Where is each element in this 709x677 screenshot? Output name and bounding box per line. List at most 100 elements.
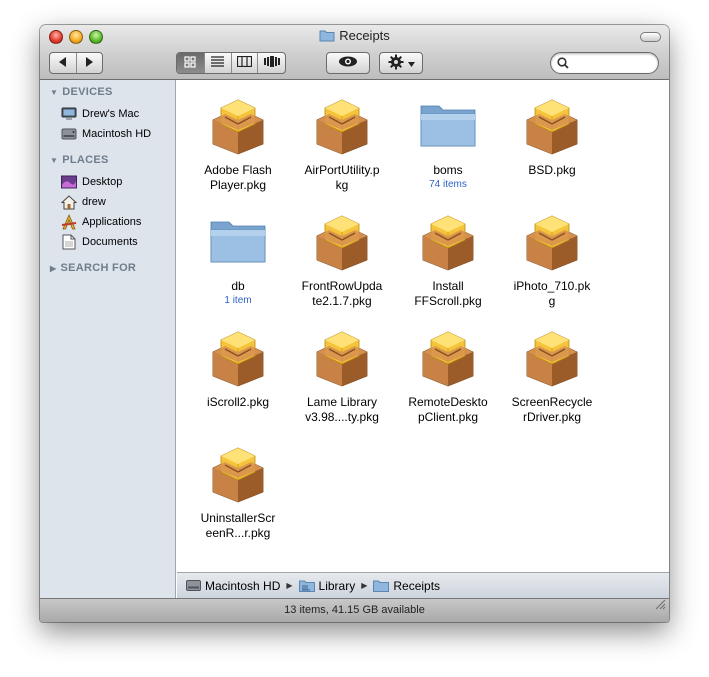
list-view-button[interactable] bbox=[205, 53, 232, 73]
package-item[interactable]: UninstallerScr eenR...r.pkg bbox=[185, 442, 291, 541]
item-count: 74 items bbox=[429, 179, 467, 190]
forward-arrow-icon bbox=[85, 56, 94, 70]
folder-item[interactable]: boms 74 items bbox=[395, 94, 501, 191]
eye-icon bbox=[338, 56, 358, 70]
path-separator-icon: ▶ bbox=[361, 581, 368, 590]
coverflow-view-button[interactable] bbox=[258, 53, 285, 73]
path-separator-icon: ▶ bbox=[286, 581, 293, 590]
applications-icon bbox=[61, 214, 77, 230]
item-count: 1 item bbox=[224, 295, 252, 306]
sidebar-item-drews-mac[interactable]: Drew's Mac bbox=[40, 104, 175, 124]
folder-icon bbox=[417, 94, 479, 156]
gear-icon bbox=[388, 54, 404, 73]
action-menu-button[interactable] bbox=[379, 52, 423, 74]
sidebar-item-macintosh-hd[interactable]: Macintosh HD bbox=[40, 124, 175, 144]
chevron-down-icon bbox=[407, 56, 415, 70]
package-icon bbox=[207, 442, 269, 504]
package-item[interactable]: ScreenRecycle rDriver.pkg bbox=[499, 326, 605, 425]
item-name: AirPortUtility.p kg bbox=[304, 163, 380, 192]
column-view-button[interactable] bbox=[232, 53, 259, 73]
package-item[interactable]: Adobe Flash Player.pkg bbox=[185, 94, 291, 193]
path-item-receipts[interactable]: Receipts bbox=[373, 579, 440, 593]
package-icon bbox=[521, 210, 583, 272]
package-item[interactable]: Install FFScroll.pkg bbox=[395, 210, 501, 309]
icon-view-icon bbox=[184, 55, 196, 71]
item-name: Install FFScroll.pkg bbox=[414, 279, 482, 308]
forward-button[interactable] bbox=[77, 53, 103, 73]
package-icon bbox=[521, 94, 583, 156]
documents-icon bbox=[61, 234, 77, 250]
sidebar-item-label: Desktop bbox=[82, 176, 123, 188]
file-icon-grid[interactable]: Adobe Flash Player.pkg AirPortUtility.p k… bbox=[177, 80, 669, 572]
sidebar-item-documents[interactable]: Documents bbox=[40, 232, 175, 252]
window-title-wrap: Receipts bbox=[40, 28, 669, 45]
search-field[interactable] bbox=[550, 52, 659, 74]
desktop-icon bbox=[61, 174, 77, 190]
search-input[interactable] bbox=[573, 55, 653, 71]
package-icon bbox=[311, 210, 373, 272]
path-item-macintosh-hd[interactable]: Macintosh HD bbox=[186, 579, 280, 593]
library-folder-icon bbox=[298, 579, 315, 592]
package-icon bbox=[521, 326, 583, 388]
package-item[interactable]: BSD.pkg bbox=[499, 94, 605, 178]
sidebar-section-devices[interactable]: ▼ DEVICES bbox=[40, 84, 175, 104]
path-item-label: Receipts bbox=[393, 578, 441, 593]
package-icon bbox=[207, 94, 269, 156]
package-icon bbox=[311, 94, 373, 156]
home-icon bbox=[61, 194, 77, 210]
package-item[interactable]: iScroll2.pkg bbox=[185, 326, 291, 410]
sidebar-item-label: drew bbox=[82, 196, 106, 208]
folder-item[interactable]: db 1 item bbox=[185, 210, 291, 307]
status-text: 13 items, 41.15 GB available bbox=[284, 604, 425, 616]
resize-grip-icon[interactable] bbox=[655, 596, 666, 619]
item-name: iScroll2.pkg bbox=[206, 395, 270, 409]
package-item[interactable]: AirPortUtility.p kg bbox=[289, 94, 395, 193]
hard-drive-icon bbox=[61, 126, 77, 142]
package-item[interactable]: Lame Library v3.98....ty.pkg bbox=[289, 326, 395, 425]
computer-icon bbox=[61, 106, 77, 122]
coverflow-view-icon bbox=[263, 56, 280, 70]
package-item[interactable]: iPhoto_710.pk g bbox=[499, 210, 605, 309]
item-name: Adobe Flash Player.pkg bbox=[204, 163, 272, 192]
status-bar: 13 items, 41.15 GB available bbox=[40, 598, 669, 622]
sidebar-section-places[interactable]: ▼ PLACES bbox=[40, 152, 175, 172]
sidebar-item-label: Documents bbox=[82, 236, 138, 248]
section-label: DEVICES bbox=[62, 86, 113, 98]
item-name: ScreenRecycle rDriver.pkg bbox=[511, 395, 593, 424]
window-title: Receipts bbox=[339, 28, 390, 43]
package-icon bbox=[311, 326, 373, 388]
package-item[interactable]: FrontRowUpda te2.1.7.pkg bbox=[289, 210, 395, 309]
item-name: RemoteDeskto pClient.pkg bbox=[408, 395, 488, 424]
quick-look-button[interactable] bbox=[326, 52, 370, 74]
sidebar-section-search-for[interactable]: ▶ SEARCH FOR bbox=[40, 260, 175, 280]
sidebar-item-applications[interactable]: Applications bbox=[40, 212, 175, 232]
package-item[interactable]: RemoteDeskto pClient.pkg bbox=[395, 326, 501, 425]
search-icon bbox=[557, 57, 569, 72]
section-label: PLACES bbox=[62, 154, 109, 166]
column-view-icon bbox=[236, 55, 252, 70]
hard-drive-icon bbox=[186, 579, 201, 592]
path-item-library[interactable]: Library bbox=[298, 579, 355, 593]
package-icon bbox=[207, 326, 269, 388]
item-name: boms bbox=[433, 163, 463, 177]
back-arrow-icon bbox=[58, 56, 67, 70]
icon-view-button[interactable] bbox=[177, 53, 205, 73]
item-name: db bbox=[231, 279, 245, 293]
toolbar-toggle-button[interactable] bbox=[640, 32, 661, 42]
title-bar[interactable]: Receipts bbox=[40, 25, 669, 80]
item-name: Lame Library v3.98....ty.pkg bbox=[305, 395, 379, 424]
view-mode-control bbox=[176, 52, 286, 74]
item-name: UninstallerScr eenR...r.pkg bbox=[200, 511, 276, 540]
back-button[interactable] bbox=[50, 53, 77, 73]
package-icon bbox=[417, 210, 479, 272]
folder-icon bbox=[373, 579, 390, 592]
item-name: FrontRowUpda te2.1.7.pkg bbox=[301, 279, 383, 308]
sidebar-item-label: Macintosh HD bbox=[82, 128, 152, 140]
sidebar-item-desktop[interactable]: Desktop bbox=[40, 172, 175, 192]
package-icon bbox=[417, 326, 479, 388]
sidebar-item-drew[interactable]: drew bbox=[40, 192, 175, 212]
disclosure-triangle-icon: ▼ bbox=[50, 155, 59, 165]
item-name: BSD.pkg bbox=[528, 163, 576, 177]
path-bar: Macintosh HD ▶ Library ▶ Receipts bbox=[177, 572, 669, 598]
disclosure-triangle-icon: ▶ bbox=[50, 263, 57, 273]
